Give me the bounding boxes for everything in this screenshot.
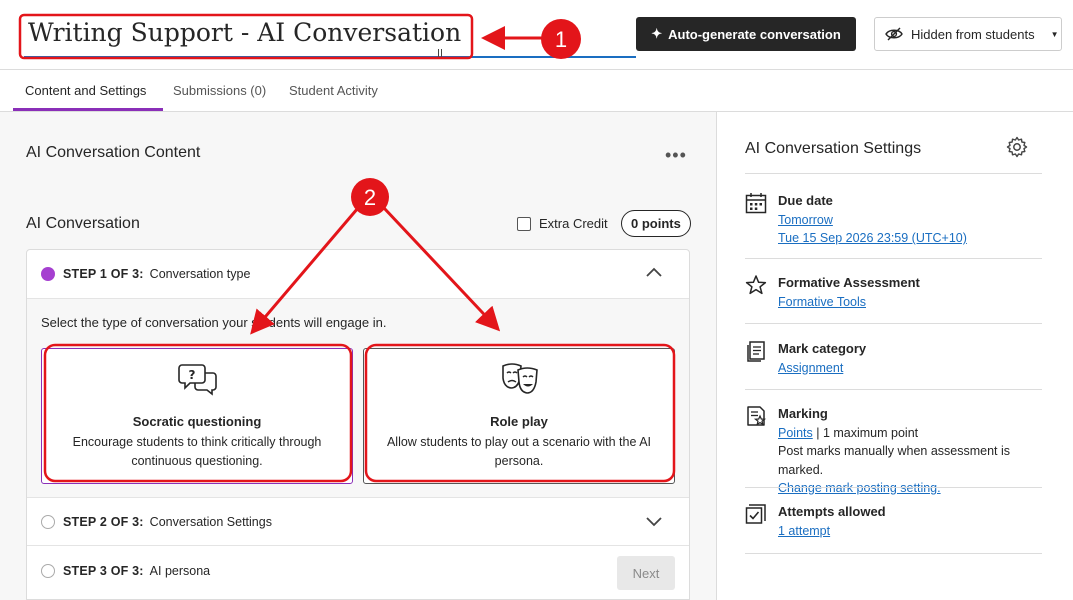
change-mark-posting-link[interactable]: Change mark posting setting. <box>778 481 941 495</box>
step-1-prompt: Select the type of conversation your stu… <box>41 315 387 330</box>
step-1-label: STEP 1 OF 3: <box>63 267 144 281</box>
extra-credit-checkbox[interactable] <box>517 216 531 231</box>
page-header: Writing Support - AI Conversation ✦ Auto… <box>0 0 1073 70</box>
formative-tools-link[interactable]: Formative Tools <box>778 295 866 309</box>
divider <box>745 389 1042 390</box>
eye-slash-icon <box>885 27 903 41</box>
auto-generate-button[interactable]: ✦ Auto-generate conversation <box>636 17 856 51</box>
tab-submissions[interactable]: Submissions (0) <box>173 83 266 98</box>
socratic-card-title: Socratic questioning <box>132 414 262 429</box>
marking-points-link[interactable]: Points <box>778 426 813 440</box>
due-date-full-link[interactable]: Tue 15 Sep 2026 23:59 (UTC+10) <box>778 231 967 245</box>
tab-bar: Content and Settings Submissions (0) Stu… <box>0 71 1073 112</box>
attempts-heading: Attempts allowed <box>778 504 886 519</box>
role-play-card-description: Allow students to play out a scenario wi… <box>386 435 652 468</box>
theater-masks-icon <box>502 363 538 394</box>
step-1-body: Select the type of conversation your stu… <box>27 298 689 498</box>
title-input[interactable]: Writing Support - AI Conversation <box>24 14 636 59</box>
divider <box>745 553 1042 554</box>
calendar-icon <box>745 193 767 214</box>
role-play-card-title: Role play <box>490 414 548 429</box>
marking-max-points: 1 maximum point <box>822 425 919 440</box>
svg-text:?: ? <box>189 368 196 382</box>
tab-student-activity[interactable]: Student Activity <box>289 83 378 98</box>
text-cursor-icon <box>438 49 442 59</box>
formative-heading: Formative Assessment <box>778 275 920 290</box>
step-3-label: STEP 3 OF 3: <box>63 564 144 578</box>
active-tab-indicator <box>13 108 163 111</box>
divider <box>745 323 1042 324</box>
settings-title: AI Conversation Settings <box>745 140 922 157</box>
due-date-heading: Due date <box>778 193 833 208</box>
divider <box>745 173 1042 174</box>
gear-icon[interactable] <box>1006 136 1028 158</box>
steps-accordion: STEP 1 OF 3: Conversation type Select th… <box>26 249 690 600</box>
due-date-relative-link[interactable]: Tomorrow <box>778 213 833 227</box>
content-panel: AI Conversation Content ••• AI Conversat… <box>0 112 716 600</box>
tab-content-and-settings[interactable]: Content and Settings <box>25 83 146 98</box>
chevron-up-icon[interactable] <box>645 264 663 282</box>
attempts-link[interactable]: 1 attempt <box>778 524 830 538</box>
star-icon <box>745 275 767 295</box>
content-section-title: AI Conversation Content <box>26 144 201 161</box>
step-3-header[interactable]: STEP 3 OF 3: AI persona <box>27 547 689 595</box>
checkbox-stack-icon <box>745 504 766 524</box>
step-2-status-icon <box>41 514 55 529</box>
mark-category-heading: Mark category <box>778 341 867 356</box>
socratic-questioning-card[interactable]: ? Socratic questioning Encourage student… <box>41 348 353 484</box>
page-title[interactable]: Writing Support - AI Conversation <box>28 18 461 47</box>
divider <box>745 258 1042 259</box>
step-2-name: Conversation Settings <box>149 514 272 529</box>
conversation-title: AI Conversation <box>26 215 140 232</box>
step-2-label: STEP 2 OF 3: <box>63 514 144 529</box>
caret-down-icon: ▼ <box>1050 29 1059 39</box>
settings-sidebar: AI Conversation Settings Due date Tomorr… <box>716 112 1073 600</box>
points-badge[interactable]: 0 points <box>621 210 691 237</box>
auto-generate-label: Auto-generate conversation <box>668 26 841 42</box>
step-1-header[interactable]: STEP 1 OF 3: Conversation type <box>27 250 689 298</box>
chevron-down-icon[interactable] <box>645 512 663 530</box>
speech-bubbles-icon: ? <box>178 364 217 396</box>
marking-sheet-icon <box>747 406 767 426</box>
mark-category-link[interactable]: Assignment <box>778 361 843 375</box>
visibility-dropdown[interactable]: Hidden from students ▼ <box>874 17 1062 51</box>
step-3-status-icon <box>41 564 55 578</box>
role-play-card[interactable]: Role play Allow students to play out a s… <box>363 348 675 484</box>
next-button[interactable]: Next <box>617 556 675 590</box>
sparkle-icon: ✦ <box>651 26 663 41</box>
socratic-card-description: Encourage students to think critically t… <box>72 435 322 468</box>
marking-separator: | <box>812 425 823 440</box>
more-options-icon[interactable]: ••• <box>665 146 687 164</box>
step-2-header[interactable]: STEP 2 OF 3: Conversation Settings <box>27 498 689 546</box>
marking-note: Post marks manually when assessment is m… <box>778 444 1011 477</box>
visibility-label: Hidden from students <box>911 26 1035 42</box>
step-3-name: AI persona <box>149 564 211 578</box>
step-1-status-icon <box>41 267 55 281</box>
step-1-name: Conversation type <box>149 267 251 281</box>
divider <box>745 487 1042 488</box>
marking-heading: Marking <box>778 406 828 421</box>
extra-credit-toggle[interactable]: Extra Credit <box>517 216 608 231</box>
extra-credit-label: Extra Credit <box>539 216 608 231</box>
document-stack-icon <box>747 341 765 362</box>
